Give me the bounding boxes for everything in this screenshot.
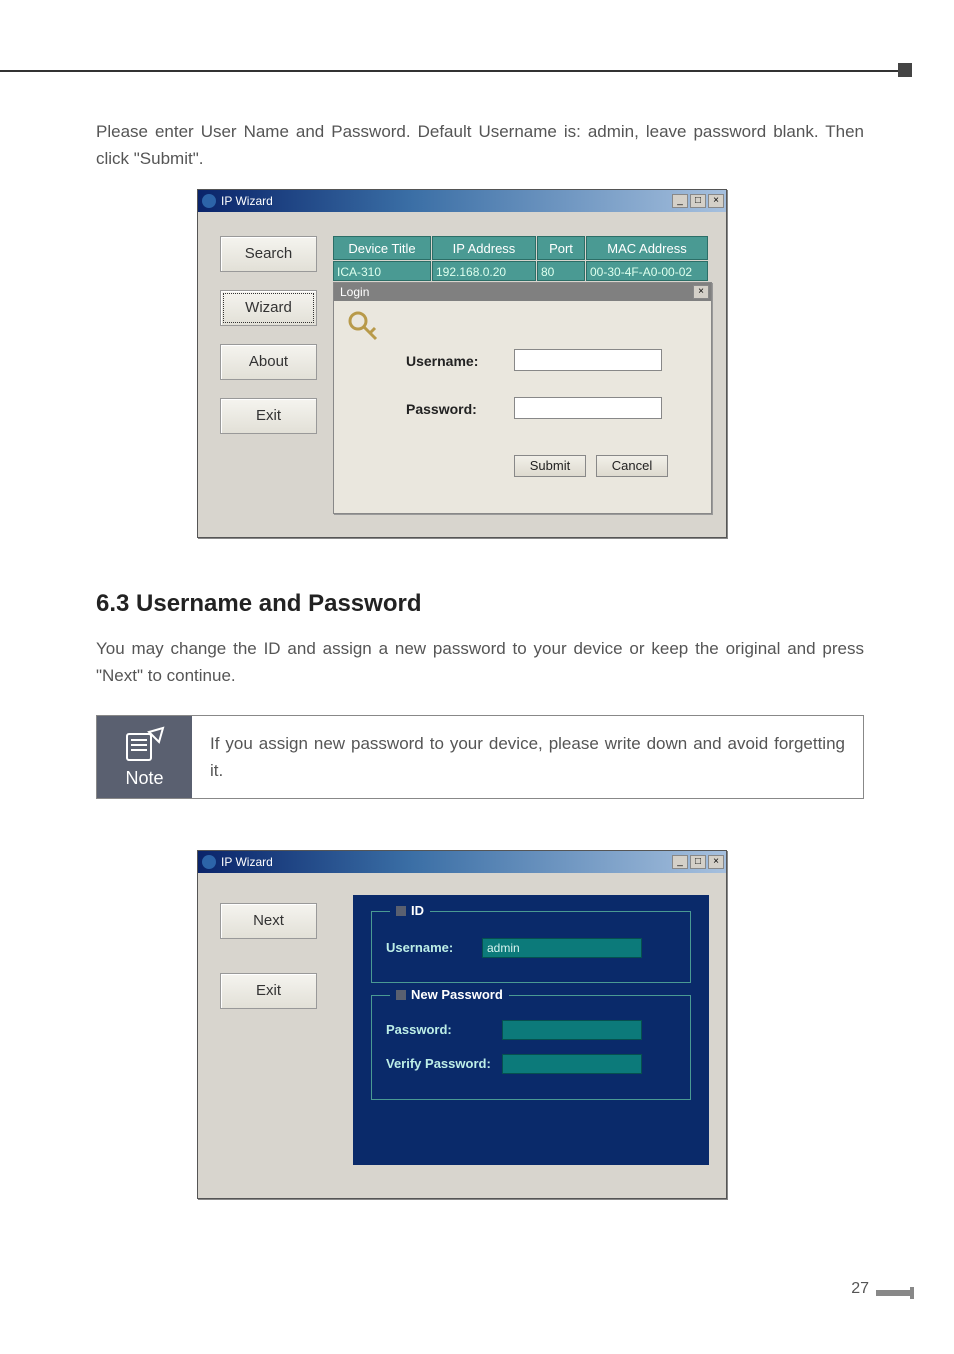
password-input[interactable] (502, 1020, 642, 1040)
note-callout: Note If you assign new password to your … (96, 715, 864, 799)
note-badge: Note (97, 716, 192, 798)
footer-marker (876, 1290, 912, 1296)
exit-button[interactable]: Exit (220, 398, 317, 434)
login-title: Login (340, 285, 369, 299)
app-icon (202, 855, 216, 869)
titlebar: IP Wizard _ □ × (198, 190, 726, 212)
wizard-button[interactable]: Wizard (220, 290, 317, 326)
titlebar: IP Wizard _ □ × (198, 851, 726, 873)
close-button[interactable]: × (708, 855, 724, 869)
new-password-fieldset: New Password Password: Verify Password: (371, 995, 691, 1100)
cancel-button[interactable]: Cancel (596, 455, 668, 477)
col-ip-address: IP Address (432, 236, 536, 260)
maximize-button[interactable]: □ (690, 194, 706, 208)
col-port: Port (537, 236, 585, 260)
next-button[interactable]: Next (220, 903, 317, 939)
key-icon (346, 309, 380, 343)
minimize-button[interactable]: _ (672, 855, 688, 869)
paragraph-intro: Please enter User Name and Password. Def… (96, 118, 864, 172)
login-close-button[interactable]: × (693, 285, 709, 299)
note-icon (123, 726, 167, 764)
legend-icon (396, 990, 406, 1000)
cell-device[interactable]: ICA-310 (333, 261, 431, 281)
window-title: IP Wizard (221, 194, 273, 208)
ipwizard-login-window: IP Wizard _ □ × Search Wizard About Exit… (197, 189, 727, 538)
page-number: 27 (851, 1280, 869, 1298)
note-label: Note (125, 768, 163, 789)
new-password-legend-text: New Password (411, 987, 503, 1002)
login-titlebar: Login × (334, 283, 711, 301)
id-legend-text: ID (411, 903, 424, 918)
app-icon (202, 194, 216, 208)
username-label: Username: (406, 353, 478, 369)
username-input[interactable]: admin (482, 938, 642, 958)
verify-password-input[interactable] (502, 1054, 642, 1074)
id-fieldset: ID Username: admin (371, 911, 691, 983)
legend-icon (396, 906, 406, 916)
password-input[interactable] (514, 397, 662, 419)
ipwizard-password-window: IP Wizard _ □ × Next Exit ID Username: a… (197, 850, 727, 1199)
col-device-title: Device Title (333, 236, 431, 260)
note-text: If you assign new password to your devic… (192, 716, 863, 798)
username-label: Username: (386, 940, 453, 955)
window-title: IP Wizard (221, 855, 273, 869)
close-button[interactable]: × (708, 194, 724, 208)
header-rule (0, 70, 902, 72)
cell-port[interactable]: 80 (537, 261, 585, 281)
username-input[interactable] (514, 349, 662, 371)
settings-panel: ID Username: admin New Password Password… (353, 895, 709, 1165)
cell-mac[interactable]: 00-30-4F-A0-00-02 (586, 261, 708, 281)
header-marker (898, 63, 912, 77)
minimize-button[interactable]: _ (672, 194, 688, 208)
paragraph-change-id: You may change the ID and assign a new p… (96, 635, 864, 689)
about-button[interactable]: About (220, 344, 317, 380)
new-password-legend: New Password (390, 987, 509, 1002)
maximize-button[interactable]: □ (690, 855, 706, 869)
submit-button[interactable]: Submit (514, 455, 586, 477)
password-label: Password: (386, 1022, 452, 1037)
search-button[interactable]: Search (220, 236, 317, 272)
exit-button[interactable]: Exit (220, 973, 317, 1009)
verify-password-label: Verify Password: (386, 1056, 491, 1071)
cell-ip[interactable]: 192.168.0.20 (432, 261, 536, 281)
id-legend: ID (390, 903, 430, 918)
login-dialog: Login × Username: Password: Submit Cance… (333, 282, 712, 514)
section-heading: 6.3 Username and Password (96, 590, 421, 618)
password-label: Password: (406, 401, 477, 417)
col-mac-address: MAC Address (586, 236, 708, 260)
